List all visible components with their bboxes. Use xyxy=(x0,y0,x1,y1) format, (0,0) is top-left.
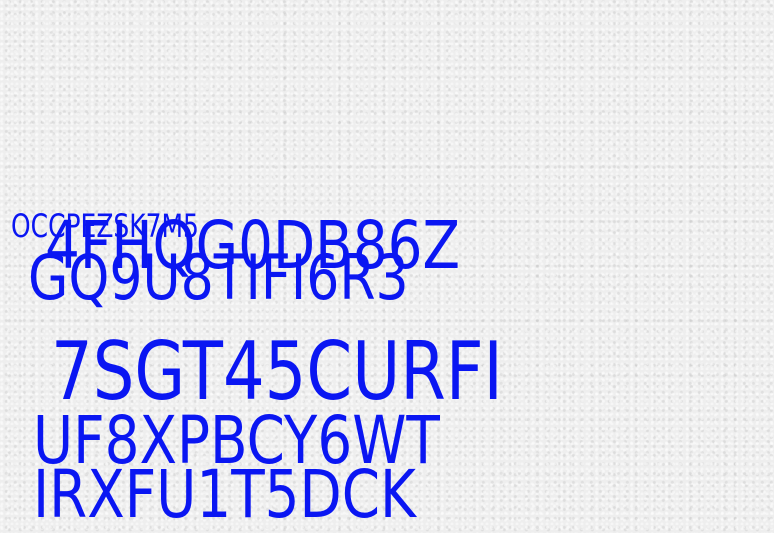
code-line: 7SGT45CURFI xyxy=(51,325,503,418)
code-line: GQ9U8TIFI6R3 xyxy=(28,241,409,314)
text-canvas: OCCPEZSK7M5 4FHQG0DB86Z GQ9U8TIFI6R3 7SG… xyxy=(0,0,774,528)
code-line: IRXFU1T5DCK xyxy=(33,456,416,533)
